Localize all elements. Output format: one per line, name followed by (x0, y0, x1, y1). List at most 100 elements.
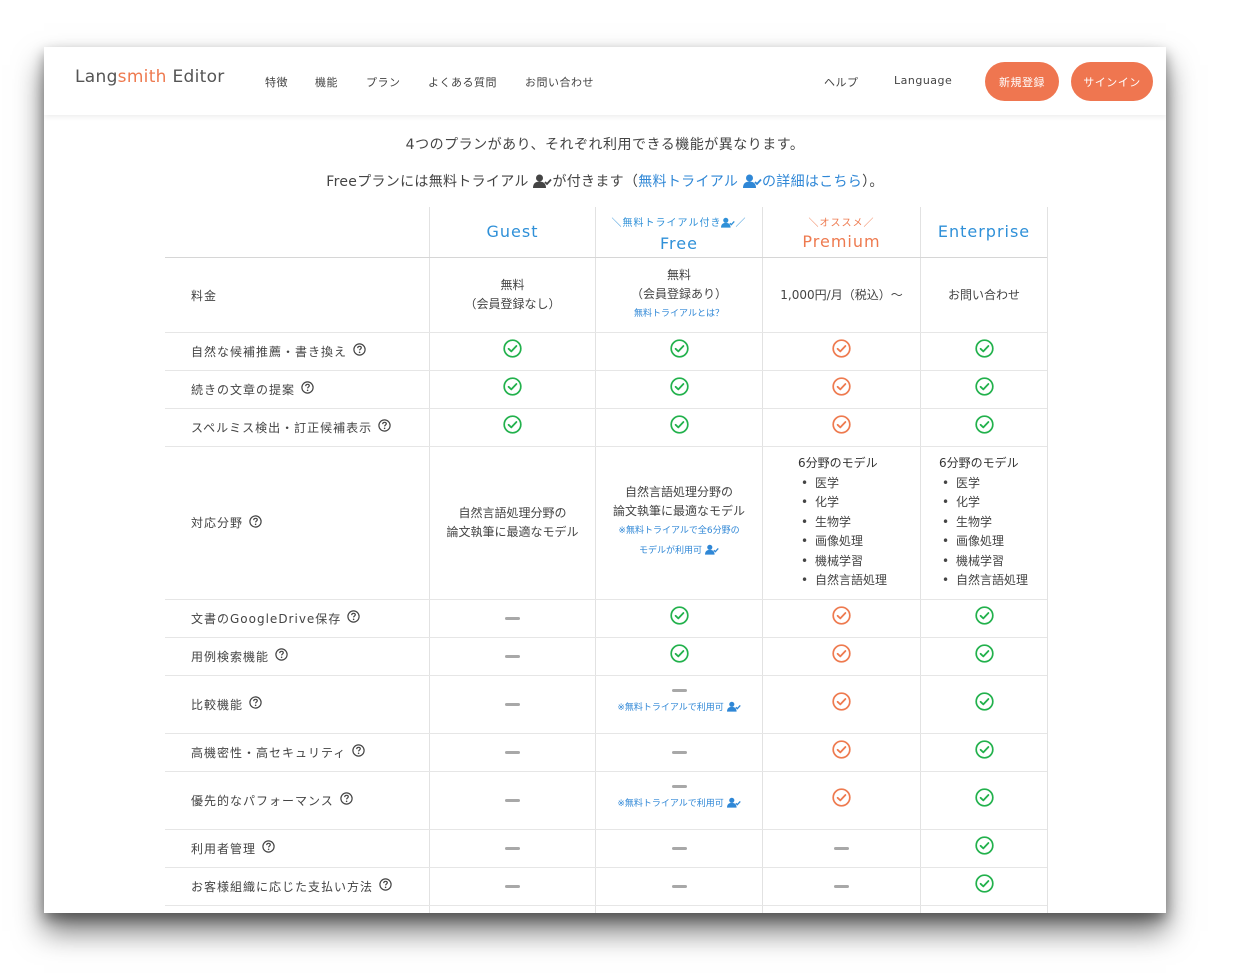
check-cell (921, 830, 1047, 867)
trial-info-link[interactable]: 無料トライアルとは？ (634, 304, 724, 324)
row-label-text: 自然な候補推薦・書き換え (191, 344, 348, 359)
plan-name-enterprise: Enterprise (937, 222, 1031, 241)
fields-free-note-line1: ※無料トライアルで全6分野の (618, 526, 740, 536)
check-cell (763, 333, 920, 370)
check-circle-icon (974, 415, 994, 440)
check-cell (921, 409, 1047, 446)
unavailable-cell: ※無料トライアルで利用可 (596, 772, 762, 829)
field-item: 機械学習 (798, 552, 887, 572)
help-icon[interactable] (275, 648, 288, 664)
check-circle-icon (669, 415, 689, 440)
nav-functions[interactable]: 機能 (315, 74, 338, 90)
logo-text-editor: Editor (166, 67, 225, 87)
unavailable-cell (596, 868, 762, 905)
user-check-icon (704, 543, 719, 563)
logo-text-lang: Lang (75, 67, 118, 87)
unavailable-cell (763, 830, 920, 867)
check-cell (763, 734, 920, 771)
field-item: 生物学 (939, 513, 1028, 533)
unavailable-cell (596, 734, 762, 771)
fields-guest-line2: 論文執筆に最適なモデル (446, 525, 579, 539)
nav-contact[interactable]: お問い合わせ (525, 74, 594, 90)
trial-note: ※無料トライアルで利用可 (617, 698, 741, 720)
row-label: スペルミス検出・訂正候補表示 (191, 419, 391, 436)
fields-premium: 6分野のモデル 医学化学生物学画像処理機械学習自然言語処理 (798, 454, 887, 591)
row-label-text: 文書のGoogleDrive保存 (191, 611, 342, 626)
help-icon[interactable] (340, 792, 353, 808)
row-label-text: 用例検索機能 (191, 649, 270, 664)
row-label-text: 続きの文章の提案 (191, 382, 296, 397)
help-icon[interactable] (347, 610, 361, 626)
check-circle-icon (669, 339, 689, 364)
plan-header-enterprise: Enterprise (921, 222, 1047, 241)
field-item: 医学 (798, 474, 887, 494)
row-label-fields-text: 対応分野 (191, 516, 244, 530)
check-circle-icon (974, 836, 994, 861)
row-label: 利用者管理 (191, 840, 275, 857)
help-icon[interactable] (379, 878, 392, 894)
field-item: 自然言語処理 (798, 571, 887, 591)
plan-header-guest: Guest (430, 222, 595, 241)
check-circle-icon (832, 339, 851, 364)
row-label: 比較機能 (191, 696, 262, 713)
help-icon[interactable] (353, 343, 366, 359)
plan-name-free: Free (660, 234, 698, 253)
site-logo[interactable]: Langsmith Editor (75, 67, 225, 87)
nav-features[interactable]: 特徴 (265, 74, 288, 90)
check-cell (921, 371, 1047, 408)
logo-text-smith: smith (117, 67, 167, 87)
field-item: 医学 (939, 474, 1028, 494)
unavailable-cell: ※無料トライアルで利用可 (596, 676, 762, 733)
plan-header-premium: ＼オススメ／ Premium (763, 214, 920, 251)
check-circle-icon (974, 692, 994, 717)
help-icon[interactable] (249, 696, 262, 712)
dash-icon (671, 847, 687, 850)
plan-name-guest: Guest (486, 222, 539, 241)
help-icon[interactable] (262, 840, 275, 856)
field-item: 化学 (939, 493, 1028, 513)
fields-premium-title: 6分野のモデル (798, 456, 878, 470)
check-circle-icon (503, 339, 522, 364)
unavailable-cell (430, 638, 595, 675)
dash-icon (671, 885, 687, 888)
field-item: 生物学 (798, 513, 887, 533)
check-cell (921, 868, 1047, 905)
row-label: 続きの文章の提案 (191, 381, 314, 398)
check-circle-icon (832, 788, 851, 813)
dash-icon (505, 751, 520, 754)
signin-button[interactable]: サインイン (1071, 62, 1153, 101)
dash-icon (505, 703, 520, 706)
check-cell (921, 638, 1047, 675)
help-icon[interactable] (352, 744, 365, 760)
browser-window: Langsmith Editor 特徴 機能 プラン よくある質問 お問い合わせ… (44, 47, 1166, 913)
help-icon[interactable] (301, 381, 314, 397)
row-label-text: 利用者管理 (191, 841, 257, 856)
unavailable-cell (430, 600, 595, 637)
unavailable-cell (763, 868, 920, 905)
plan-comparison-table: Guest ＼無料トライアル付き ／ Free ＼オススメ／ Premium En… (44, 47, 1166, 913)
check-cell (763, 772, 920, 829)
check-circle-icon (503, 415, 522, 440)
check-circle-icon (669, 606, 689, 631)
help-icon[interactable] (378, 419, 391, 435)
help-icon[interactable] (249, 514, 262, 531)
price-premium: 1,000円/月（税込）〜 (780, 287, 903, 302)
nav-plans[interactable]: プラン (366, 74, 401, 90)
check-circle-icon (974, 740, 994, 765)
fields-free-note-line2: モデルが利用可 (639, 541, 719, 563)
nav-help[interactable]: ヘルプ (824, 74, 859, 90)
unavailable-cell (430, 830, 595, 867)
nav-language[interactable]: Language (894, 74, 952, 87)
signup-button[interactable]: 新規登録 (985, 62, 1059, 101)
fields-enterprise: 6分野のモデル 医学化学生物学画像処理機械学習自然言語処理 (939, 454, 1028, 591)
field-item: 化学 (798, 493, 887, 513)
plan-tag-free-end: ／ (735, 218, 747, 229)
price-guest-line1: 無料 (500, 278, 525, 292)
nav-faq[interactable]: よくある質問 (428, 74, 497, 90)
row-label-fields: 対応分野 (191, 514, 262, 531)
dash-icon (834, 885, 849, 888)
user-check-icon (726, 700, 741, 720)
check-circle-icon (503, 377, 522, 402)
unavailable-cell (430, 734, 595, 771)
check-circle-icon (974, 606, 994, 631)
